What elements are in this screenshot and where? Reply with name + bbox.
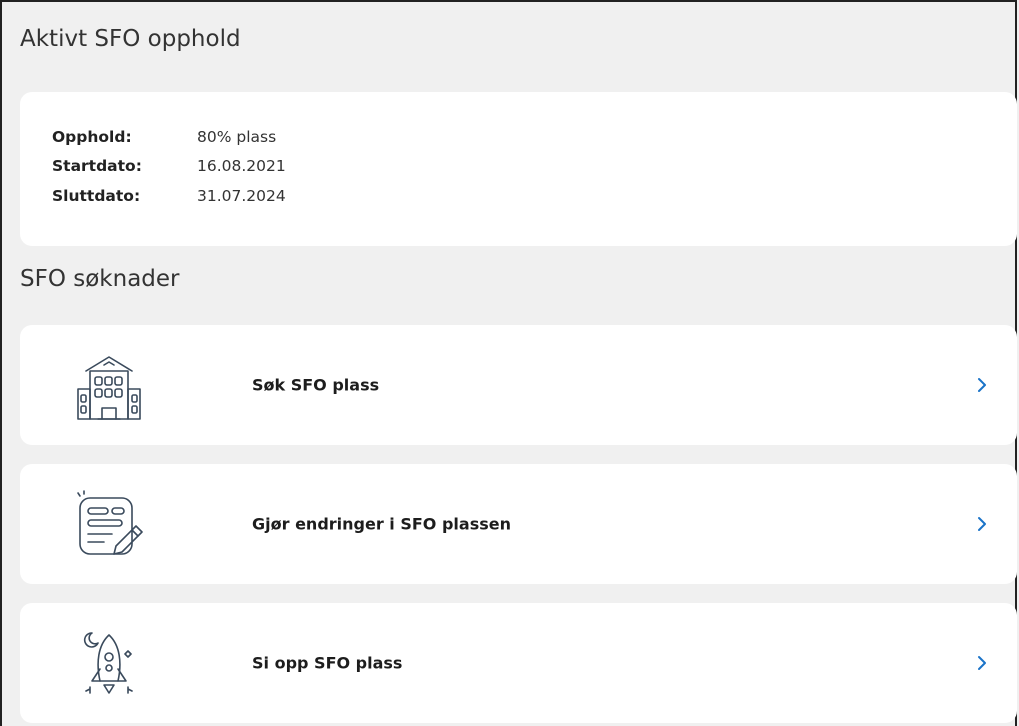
rocket-icon [68, 623, 150, 705]
info-row-stay: Opphold: 80% plass [52, 128, 277, 146]
active-stay-card: Opphold: 80% plass Startdato: 16.08.2021… [20, 92, 1017, 246]
info-row-start-date: Startdato: 16.08.2021 [52, 157, 286, 175]
end-date-value: 31.07.2024 [197, 187, 286, 205]
start-date-label: Startdato: [52, 157, 142, 175]
cancel-sfo-label: Si opp SFO plass [252, 653, 403, 673]
end-date-label: Sluttdato: [52, 187, 141, 205]
cancel-sfo-card[interactable]: Si opp SFO plass [20, 603, 1017, 723]
apply-sfo-label: Søk SFO plass [252, 375, 380, 395]
apply-sfo-card[interactable]: Søk SFO plass [20, 325, 1017, 445]
stay-label: Opphold: [52, 128, 132, 146]
stay-value: 80% plass [197, 128, 277, 146]
form-edit-icon [68, 484, 150, 566]
school-building-icon [68, 345, 150, 427]
chevron-right-icon [975, 375, 989, 395]
active-stay-title: Aktivt SFO opphold [20, 26, 241, 52]
applications-title: SFO søknader [20, 266, 180, 292]
chevron-right-icon [975, 514, 989, 534]
info-row-end-date: Sluttdato: 31.07.2024 [52, 187, 286, 205]
change-sfo-label: Gjør endringer i SFO plassen [252, 514, 511, 534]
chevron-right-icon [975, 653, 989, 673]
start-date-value: 16.08.2021 [197, 157, 286, 175]
change-sfo-card[interactable]: Gjør endringer i SFO plassen [20, 464, 1017, 584]
